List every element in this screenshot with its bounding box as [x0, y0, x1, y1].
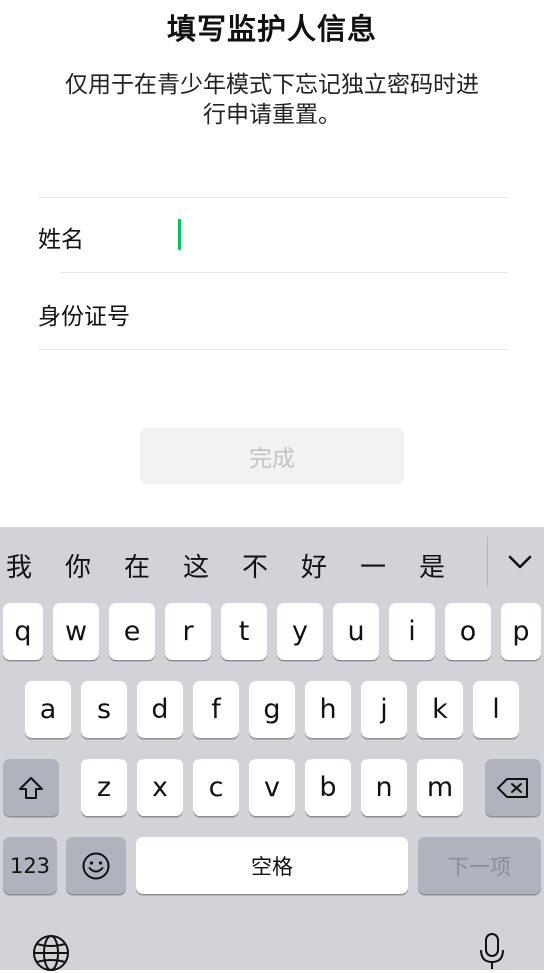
candidate-item[interactable]: 我 [6, 547, 32, 584]
key-y[interactable]: y [277, 603, 323, 660]
candidate-item[interactable]: 这 [183, 547, 209, 584]
key-m[interactable]: m [417, 759, 463, 816]
done-button[interactable]: 完成 [140, 428, 404, 484]
candidate-separator [487, 537, 488, 587]
form-top-divider [38, 197, 508, 198]
key-r[interactable]: r [165, 603, 211, 660]
key-n[interactable]: n [361, 759, 407, 816]
key-s[interactable]: s [81, 681, 127, 738]
shift-icon [19, 776, 43, 799]
candidate-item[interactable]: 在 [124, 547, 150, 584]
id-number-input[interactable] [170, 293, 490, 329]
key-v[interactable]: v [249, 759, 295, 816]
candidate-item[interactable]: 一 [360, 547, 386, 584]
key-o[interactable]: o [445, 603, 491, 660]
microphone-icon[interactable] [477, 931, 507, 971]
form-bottom-divider [38, 349, 508, 350]
candidate-item[interactable]: 是 [419, 547, 445, 584]
key-k[interactable]: k [417, 681, 463, 738]
emoji-key[interactable] [66, 837, 126, 894]
form-middle-divider [60, 272, 508, 273]
emoji-icon [82, 852, 110, 879]
text-caret [178, 219, 181, 250]
key-f[interactable]: f [193, 681, 239, 738]
chevron-down-icon[interactable] [505, 549, 535, 575]
key-a[interactable]: a [25, 681, 71, 738]
name-input[interactable] [170, 216, 490, 252]
key-w[interactable]: w [53, 603, 99, 660]
keyboard: 我 你 在 这 不 好 一 是 q w e r t y u i o p a s … [0, 527, 544, 973]
subtitle-line-1: 仅用于在青少年模式下忘记独立密码时进 [65, 72, 479, 98]
candidate-item[interactable]: 你 [65, 547, 91, 584]
key-b[interactable]: b [305, 759, 351, 816]
name-label: 姓名 [38, 227, 84, 253]
key-u[interactable]: u [333, 603, 379, 660]
page-title: 填写监护人信息 [166, 12, 377, 46]
next-field-key[interactable]: 下一项 [418, 837, 541, 894]
backspace-icon [497, 777, 528, 798]
key-i[interactable]: i [389, 603, 435, 660]
candidate-item[interactable]: 不 [242, 547, 268, 584]
candidate-item[interactable]: 好 [301, 547, 327, 584]
key-j[interactable]: j [361, 681, 407, 738]
id-number-label: 身份证号 [38, 304, 130, 330]
key-t[interactable]: t [221, 603, 267, 660]
subtitle-line-2: 行申请重置。 [203, 102, 341, 128]
key-g[interactable]: g [249, 681, 295, 738]
key-l[interactable]: l [473, 681, 519, 738]
key-c[interactable]: c [193, 759, 239, 816]
numbers-key[interactable]: 123 [3, 837, 57, 894]
key-p[interactable]: p [501, 603, 541, 660]
space-key[interactable]: 空格 [136, 837, 408, 894]
key-h[interactable]: h [305, 681, 351, 738]
key-x[interactable]: x [137, 759, 183, 816]
key-z[interactable]: z [81, 759, 127, 816]
backspace-key[interactable] [485, 759, 541, 816]
globe-icon[interactable] [31, 933, 71, 973]
candidate-bar: 我 你 在 这 不 好 一 是 [0, 527, 544, 601]
key-q[interactable]: q [3, 603, 43, 660]
key-d[interactable]: d [137, 681, 183, 738]
shift-key[interactable] [3, 759, 59, 816]
key-e[interactable]: e [109, 603, 155, 660]
page-subtitle: 仅用于在青少年模式下忘记独立密码时进 行申请重置。 [40, 70, 504, 130]
